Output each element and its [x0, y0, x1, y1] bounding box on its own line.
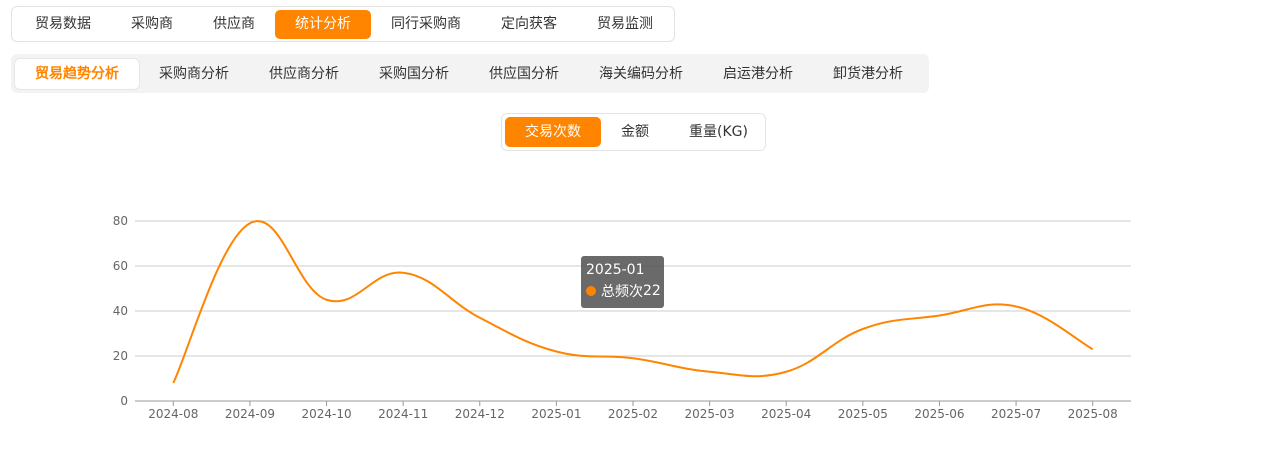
trend-line-chart: 0 20 40 60 80 2024-08 2024-09 2024-10 2024-11 202…: [113, 214, 1131, 421]
x-tick-label: 2025-08: [1068, 407, 1118, 421]
x-tick-label: 2025-02: [608, 407, 658, 421]
y-tick-label: 20: [113, 349, 128, 363]
tooltip-value: 22: [643, 283, 661, 299]
x-tick-label: 2024-09: [225, 407, 275, 421]
x-tick-label: 2024-12: [455, 407, 505, 421]
x-tick-label: 2024-10: [301, 407, 351, 421]
y-tick-label: 80: [113, 214, 128, 228]
x-tick-label: 2025-07: [991, 407, 1041, 421]
tooltip-title: 2025-01: [586, 262, 645, 278]
x-tick-label: 2025-01: [531, 407, 581, 421]
x-tick-label: 2024-11: [378, 407, 428, 421]
tooltip-row: 总频次 22: [586, 281, 664, 301]
x-tick-label: 2025-03: [685, 407, 735, 421]
chart-tooltip: 2025-01 总频次 22: [581, 256, 664, 308]
x-tick-label: 2025-06: [914, 407, 964, 421]
x-tick-label: 2025-05: [838, 407, 888, 421]
tooltip-series-name: 总频次: [601, 284, 643, 300]
y-tick-label: 60: [113, 259, 128, 273]
y-tick-label: 40: [113, 304, 128, 318]
x-tick-label: 2024-08: [148, 407, 198, 421]
x-tick-label: 2025-04: [761, 407, 811, 421]
y-tick-label: 0: [120, 394, 128, 408]
tooltip-series-dot: [586, 286, 596, 296]
